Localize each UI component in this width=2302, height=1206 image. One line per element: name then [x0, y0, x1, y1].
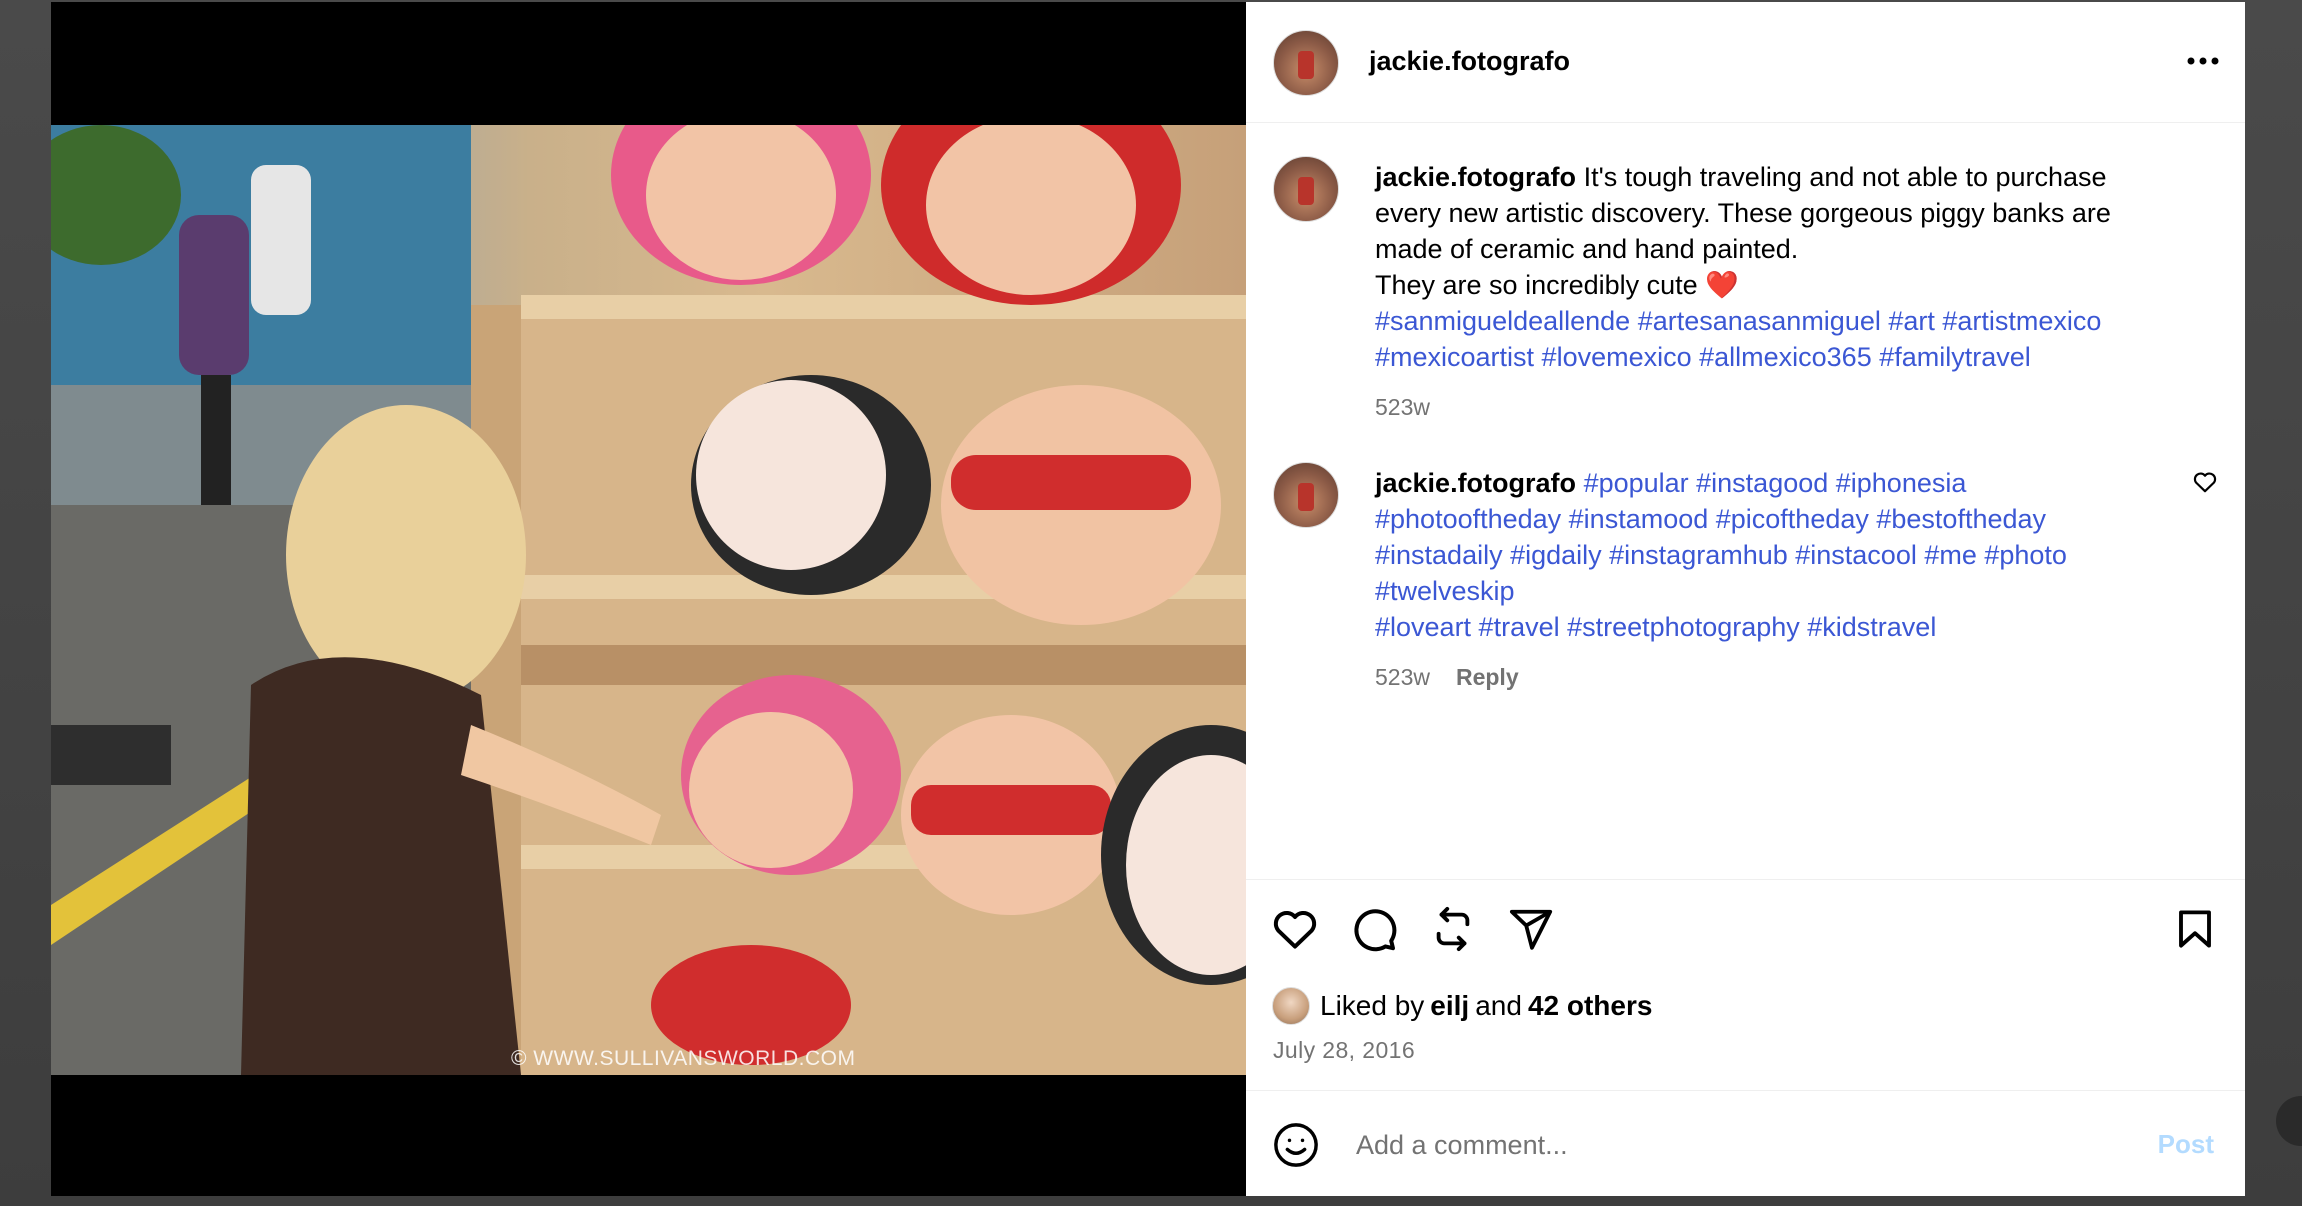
- post-header: jackie.fotografo: [1246, 2, 2245, 123]
- send-icon[interactable]: [1504, 902, 1558, 956]
- author-avatar[interactable]: [1273, 30, 1339, 96]
- photo-watermark: © WWW.SULLIVANSWORLD.COM: [511, 1047, 856, 1070]
- hashtag-line[interactable]: #twelveskip: [1375, 573, 2185, 609]
- save-bookmark-icon[interactable]: [2168, 902, 2222, 956]
- post-media[interactable]: © WWW.SULLIVANSWORLD.COM: [51, 2, 1246, 1196]
- like-heart-icon[interactable]: [1268, 902, 1322, 956]
- comment-body: jackie.fotografo It's tough traveling an…: [1375, 159, 2185, 425]
- comment-bubble-icon[interactable]: [1347, 902, 1401, 956]
- hashtag-line[interactable]: #sanmigueldeallende #artesanasanmiguel #…: [1375, 303, 2185, 339]
- comment-input[interactable]: [1354, 1119, 2118, 1171]
- post-comment-button[interactable]: Post: [2158, 1129, 2214, 1160]
- likes-summary: Liked by eilj and 42 others: [1272, 987, 1652, 1025]
- comment-time[interactable]: 523w: [1375, 389, 1430, 425]
- post-action-bar: [1246, 902, 2245, 964]
- comment-composer: Post: [1246, 1091, 2245, 1196]
- hashtag-line[interactable]: #photooftheday #instamood #picoftheday #…: [1375, 501, 2185, 537]
- post-side-panel: jackie.fotografo jackie.fotografo It's t…: [1246, 2, 2245, 1196]
- commenter-avatar[interactable]: [1273, 156, 1339, 222]
- comment-body: jackie.fotografo #popular #instagood #ip…: [1375, 465, 2185, 695]
- likes-others-link[interactable]: 42 others: [1528, 990, 1653, 1022]
- more-options-icon[interactable]: [2183, 46, 2223, 76]
- emoji-smile-icon[interactable]: [1272, 1121, 1320, 1169]
- liker-username[interactable]: eilj: [1430, 990, 1469, 1022]
- comment-like-heart-icon[interactable]: [2192, 469, 2218, 495]
- post-modal: © WWW.SULLIVANSWORLD.COM jackie.fotograf…: [51, 2, 2245, 1196]
- commenter-avatar[interactable]: [1273, 462, 1339, 528]
- comment-text-line: made of ceramic and hand painted.: [1375, 234, 1799, 264]
- hashtag-line[interactable]: #mexicoartist #lovemexico #allmexico365 …: [1375, 339, 2185, 375]
- reply-button[interactable]: Reply: [1456, 659, 1519, 695]
- comment-meta: 523w Reply: [1375, 659, 2185, 695]
- comments-list[interactable]: jackie.fotografo It's tough traveling an…: [1246, 123, 2245, 879]
- liker-avatar[interactable]: [1272, 987, 1310, 1025]
- likes-and: and: [1475, 990, 1522, 1021]
- hashtag-line[interactable]: #instadaily #igdaily #instagramhub #inst…: [1375, 537, 2185, 573]
- comment-time[interactable]: 523w: [1375, 659, 1430, 695]
- comment-text-line: They are so incredibly cute ❤️: [1375, 270, 1739, 300]
- piggy-bank-shop-photo: [51, 125, 1246, 1075]
- post-date[interactable]: July 28, 2016: [1273, 1037, 1415, 1064]
- comment-meta: 523w: [1375, 389, 2185, 425]
- post-photo[interactable]: [51, 125, 1246, 1075]
- likes-prefix: Liked by: [1320, 990, 1425, 1021]
- author-username[interactable]: jackie.fotografo: [1369, 46, 1570, 77]
- commenter-username[interactable]: jackie.fotografo: [1375, 468, 1576, 498]
- hashtag-line[interactable]: #popular #instagood #iphonesia: [1584, 468, 1967, 498]
- hashtag-line[interactable]: #loveart #travel #streetphotography #kid…: [1375, 609, 2185, 645]
- commenter-username[interactable]: jackie.fotografo: [1375, 162, 1576, 192]
- divider: [1246, 879, 2245, 880]
- comment-text-line: every new artistic discovery. These gorg…: [1375, 198, 2111, 228]
- comment-text-line: It's tough traveling and not able to pur…: [1583, 162, 2107, 192]
- repost-icon[interactable]: [1426, 902, 1480, 956]
